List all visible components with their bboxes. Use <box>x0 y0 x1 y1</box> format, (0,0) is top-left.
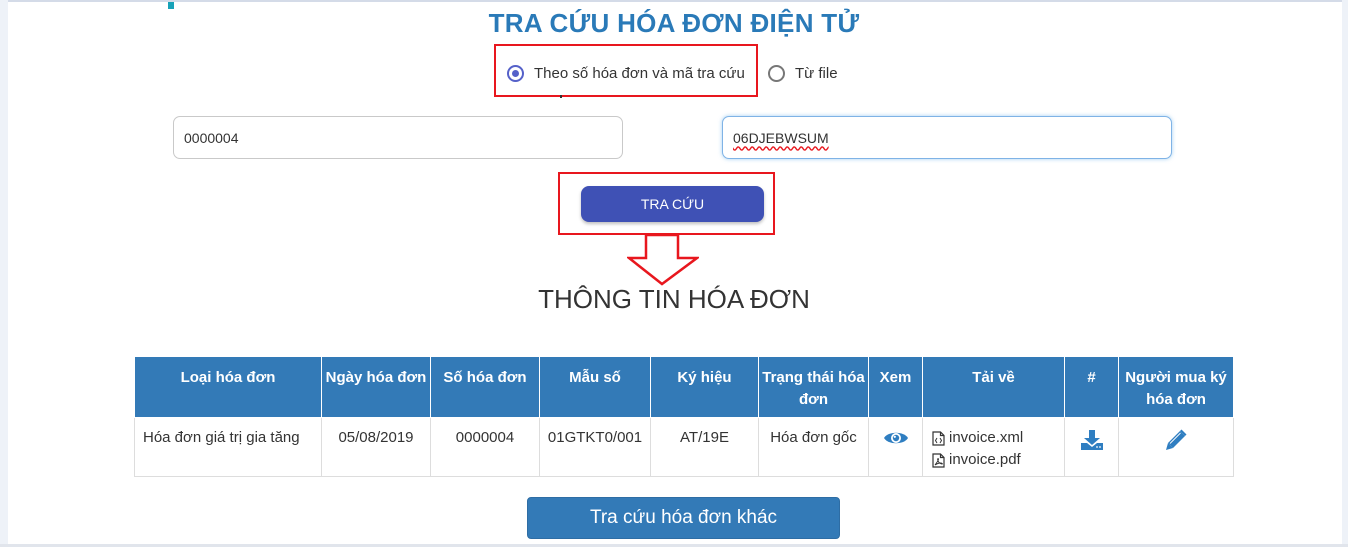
header-download: Tải về <box>922 356 1065 418</box>
radio-unchecked-icon[interactable] <box>768 64 785 82</box>
pdf-file-name: invoice.pdf <box>949 451 1021 468</box>
header-invoice-number: Số hóa đơn <box>430 356 540 418</box>
cell-download-action <box>1064 417 1119 477</box>
header-status: Trạng thái hóa đơn <box>758 356 869 418</box>
search-button[interactable]: TRA CỨU <box>581 186 764 222</box>
radio-from-file[interactable]: Từ file <box>768 62 838 84</box>
lookup-code-value: 06DJEBWSUM <box>733 129 829 146</box>
download-icon[interactable] <box>1080 429 1104 458</box>
pencil-icon[interactable] <box>1165 429 1187 458</box>
header-buyer-sign: Người mua ký hóa đơn <box>1118 356 1234 418</box>
eye-icon[interactable] <box>883 429 909 454</box>
header-form: Mẫu số <box>539 356 651 418</box>
cell-invoice-number: 0000004 <box>430 417 540 477</box>
lookup-code-input[interactable]: 06DJEBWSUM <box>722 116 1172 159</box>
right-edge <box>1342 0 1348 547</box>
top-border <box>0 0 1348 2</box>
cell-download-files: invoice.xml invoice.pdf <box>922 417 1065 477</box>
cell-symbol: AT/19E <box>650 417 759 477</box>
invoice-table: Loại hóa đơn Ngày hóa đơn Số hóa đơn Mẫu… <box>134 356 1234 477</box>
invoice-number-input[interactable] <box>173 116 623 159</box>
radio-from-file-label: Từ file <box>795 64 838 82</box>
table-row: Hóa đơn giá trị gia tăng 05/08/2019 0000… <box>134 417 1234 477</box>
cell-view <box>868 417 923 477</box>
download-pdf-link[interactable]: invoice.pdf <box>924 449 1063 471</box>
table-header-row: Loại hóa đơn Ngày hóa đơn Số hóa đơn Mẫu… <box>134 356 1234 418</box>
file-pdf-icon <box>932 452 945 468</box>
header-invoice-date: Ngày hóa đơn <box>321 356 431 418</box>
cell-status: Hóa đơn gốc <box>758 417 869 477</box>
radio-by-number-label: Theo số hóa đơn và mã tra cứu <box>534 64 745 82</box>
radio-by-number[interactable]: Theo số hóa đơn và mã tra cứu <box>507 62 745 84</box>
download-xml-link[interactable]: invoice.xml <box>924 427 1063 449</box>
xml-file-name: invoice.xml <box>949 429 1024 446</box>
cell-invoice-date: 05/08/2019 <box>321 417 431 477</box>
cell-form: 01GTKT0/001 <box>539 417 651 477</box>
header-symbol: Ký hiệu <box>650 356 759 418</box>
radio-checked-icon[interactable] <box>507 64 524 82</box>
header-view: Xem <box>868 356 923 418</box>
cell-buyer-sign <box>1118 417 1234 477</box>
search-other-invoice-button[interactable]: Tra cứu hóa đơn khác <box>527 497 840 539</box>
down-arrow-icon <box>627 234 699 286</box>
section-title: THÔNG TIN HÓA ĐƠN <box>538 284 810 314</box>
header-invoice-type: Loại hóa đơn <box>134 356 322 418</box>
cell-invoice-type: Hóa đơn giá trị gia tăng <box>134 417 322 477</box>
page-title: TRA CỨU HÓA ĐƠN ĐIỆN TỬ <box>488 8 860 38</box>
left-edge <box>0 0 8 547</box>
header-hash: # <box>1064 356 1119 418</box>
file-code-icon <box>932 430 945 446</box>
cursor-mark <box>560 95 562 98</box>
